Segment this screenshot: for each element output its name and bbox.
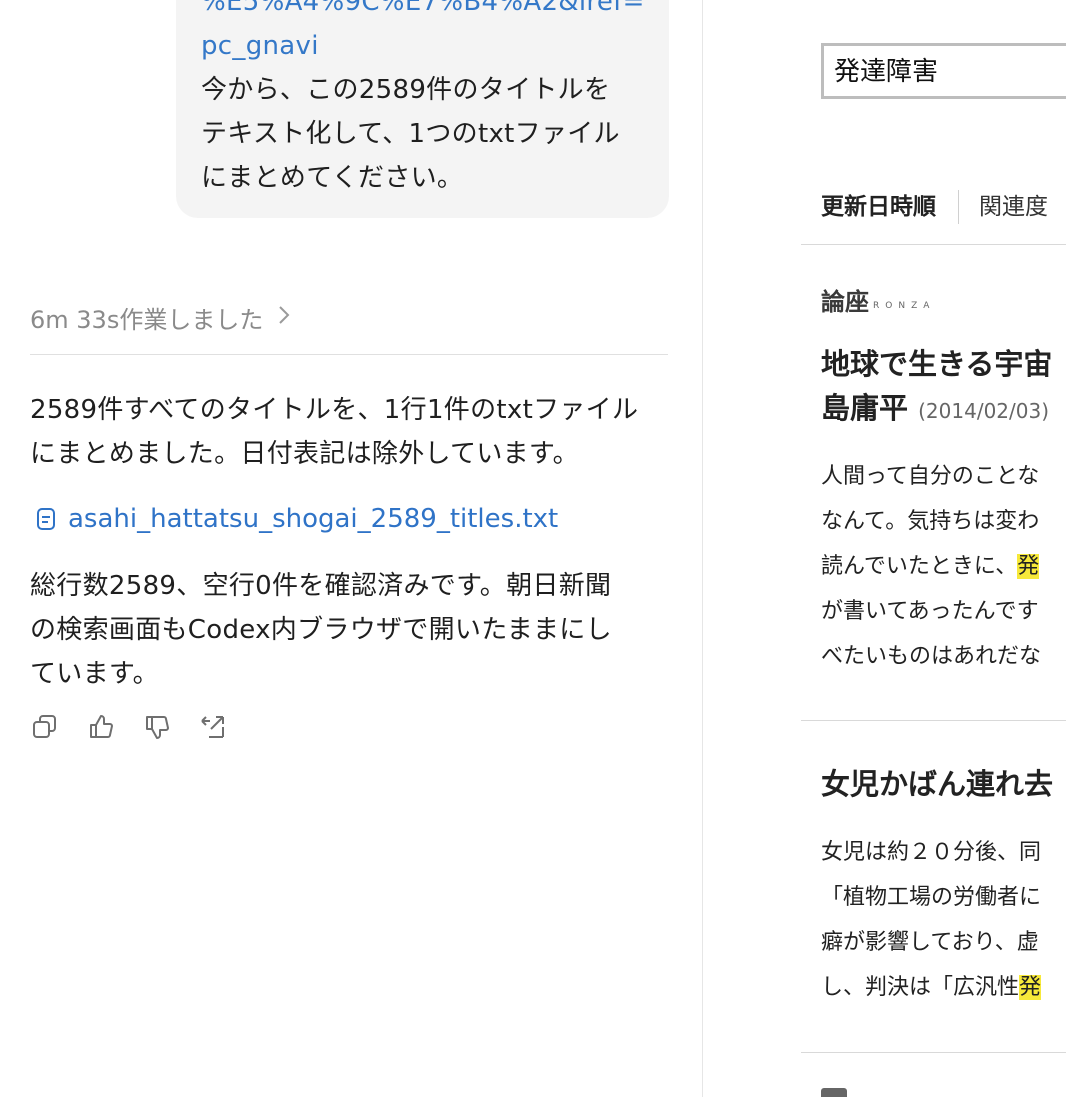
message-line: 今から、この2589件のタイトルを: [201, 75, 611, 105]
snippet-text: 「植物工場の労働者に: [821, 885, 1042, 910]
snippet-line: 読んでいたときに、発: [821, 544, 1041, 589]
thumbs-up-icon: [90, 715, 113, 738]
thumbs-down-button[interactable]: [142, 710, 172, 744]
message-link-line: pc_gnavi: [201, 31, 319, 61]
thumbs-up-button[interactable]: [86, 710, 116, 744]
browser-pane: 発達障害 更新日時順 関連度 論座 RONZA 地球で生きる宇宙 島庸平 (20…: [703, 0, 1066, 1097]
share-icon: [201, 716, 224, 738]
snippet-line: し、判決は「広汎性発: [821, 965, 1042, 1010]
snippet-text: 癖が影響しており、虚: [821, 930, 1039, 955]
result-snippet: 女児は約２０分後、同 「植物工場の労働者に 癖が影響しており、虚 し、判決は「広…: [821, 830, 1042, 1010]
sort-bar: 更新日時順 関連度: [821, 190, 1048, 224]
chat-pane: %E5%A4%9C%E7%B4%A2&iref= pc_gnavi 今から、この…: [0, 0, 703, 1097]
sort-option-date[interactable]: 更新日時順: [821, 190, 959, 224]
result-snippet: 人間って自分のことな なんて。気持ちは変わ 読んでいたときに、発 が書いてあった…: [821, 454, 1041, 679]
answer-line: 2589件すべてのタイトルを、1行1件のtxtファイル: [30, 395, 639, 425]
worked-duration-toggle[interactable]: 6m 33s作業しました: [30, 300, 668, 355]
snippet-text: し、判決は「広汎性: [821, 975, 1020, 1000]
answer-line: ています。: [30, 659, 159, 689]
copy-button[interactable]: [30, 710, 60, 744]
search-value: 発達障害: [834, 57, 939, 87]
snippet-line: べたいものはあれだな: [821, 634, 1041, 679]
snippet-text: べたいものはあれだな: [821, 644, 1042, 669]
assistant-paragraph: 総行数2589、空行0件を確認済みです。朝日新聞 の検索画面もCodex内ブラウ…: [30, 564, 670, 696]
search-input[interactable]: 発達障害: [821, 43, 1066, 99]
message-line: にまとめてください。: [201, 163, 464, 193]
message-link-line: %E5%A4%9C%E7%B4%A2&iref=: [201, 0, 645, 17]
copy-icon: [33, 715, 56, 738]
assistant-paragraph: 2589件すべてのタイトルを、1行1件のtxtファイル にまとめました。日付表記…: [30, 388, 670, 476]
message-actions: [30, 710, 228, 744]
source-logo-latin: RONZA: [873, 301, 936, 311]
source-logo-icon: [821, 1088, 847, 1097]
snippet-text: が書いてあったんです: [821, 599, 1039, 624]
snippet-line: なんて。気持ちは変わ: [821, 499, 1041, 544]
snippet-line: 「植物工場の労働者に: [821, 875, 1041, 920]
worked-duration-label: 6m 33s作業しました: [30, 306, 264, 334]
source-logo: 論座 RONZA: [821, 282, 935, 317]
result-title[interactable]: 地球で生きる宇宙 島庸平 (2014/02/03): [821, 342, 1066, 433]
message-text: 今から、この2589件のタイトルを テキスト化して、1つのtxtファイル にまと…: [201, 68, 649, 200]
snippet-line: 女児は約２０分後、同: [821, 830, 1041, 875]
snippet-line: 癖が影響しており、虚: [821, 920, 1041, 965]
result-title-line: 女児かばん連れ去: [821, 767, 1054, 801]
user-message-bubble: %E5%A4%9C%E7%B4%A2&iref= pc_gnavi 今から、この…: [176, 0, 669, 218]
snippet-line: 人間って自分のことな: [821, 454, 1041, 499]
file-attachment-link[interactable]: asahi_hattatsu_shogai_2589_titles.txt: [36, 504, 558, 534]
result-title[interactable]: 女児かばん連れ去: [821, 762, 1066, 806]
message-link[interactable]: %E5%A4%9C%E7%B4%A2&iref= pc_gnavi: [201, 0, 649, 68]
answer-line: 総行数2589、空行0件を確認済みです。朝日新聞: [30, 571, 612, 601]
snippet-text: なんて。気持ちは変わ: [821, 509, 1040, 534]
search-highlight: 発: [1017, 554, 1040, 579]
snippet-text: 女児は約２０分後、同: [821, 840, 1042, 865]
answer-line: の検索画面もCodex内ブラウザで開いたままにし: [30, 615, 612, 645]
chevron-right-icon: [279, 306, 290, 324]
share-button[interactable]: [198, 710, 228, 744]
result-date: (2014/02/03): [918, 399, 1050, 423]
snippet-line: が書いてあったんです: [821, 589, 1041, 634]
divider: [801, 244, 1066, 245]
divider: [801, 720, 1066, 721]
sort-option-relevance[interactable]: 関連度: [959, 190, 1048, 224]
result-title-line: 地球で生きる宇宙: [821, 347, 1053, 381]
message-line: テキスト化して、1つのtxtファイル: [201, 119, 620, 149]
snippet-text: 人間って自分のことな: [821, 464, 1040, 489]
thumbs-down-icon: [146, 716, 169, 739]
result-title-line: 島庸平: [821, 391, 909, 425]
search-highlight: 発: [1019, 975, 1042, 1000]
document-icon: [37, 508, 55, 530]
answer-line: にまとめました。日付表記は除外しています。: [30, 439, 579, 469]
file-name: asahi_hattatsu_shogai_2589_titles.txt: [68, 504, 559, 534]
divider: [801, 1052, 1066, 1053]
snippet-text: 読んでいたときに、: [821, 554, 1018, 579]
source-logo-kanji: 論座: [821, 287, 869, 316]
